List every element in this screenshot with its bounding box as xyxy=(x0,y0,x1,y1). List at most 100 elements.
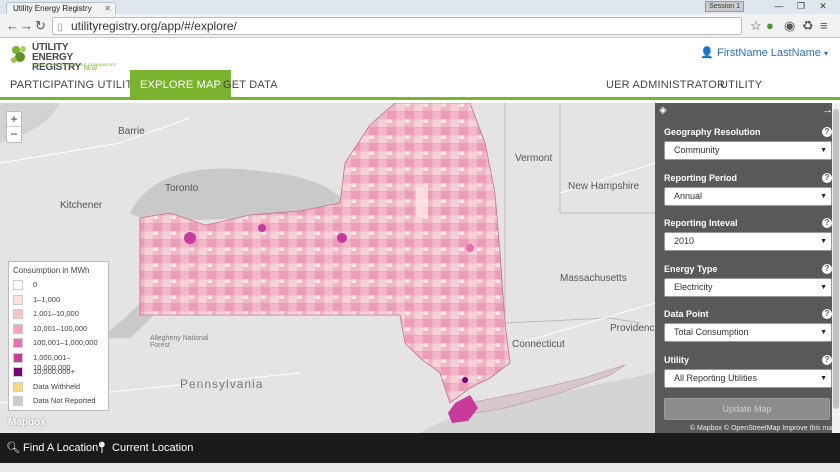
help-icon[interactable]: ? xyxy=(822,354,832,365)
map-label-pennsylvania: Pennsylvania xyxy=(180,377,264,391)
recycle-icon[interactable]: ♻ xyxy=(802,18,814,34)
filter-select-value: All Reporting Utilities xyxy=(674,372,758,383)
legend-swatch xyxy=(13,381,23,392)
filter-field-label: Data Point? xyxy=(664,307,832,321)
chevron-down-icon: ▼ xyxy=(820,147,827,154)
logo[interactable]: UTILITY ENERGY REGISTRY NEW YORK SUPPORT… xyxy=(10,42,116,83)
filter-select-value: Community xyxy=(674,145,720,155)
window-close-icon[interactable]: ✕ xyxy=(814,0,832,12)
legend-row: 100,001–1,000,000 xyxy=(13,336,104,351)
update-map-button[interactable]: Update Map xyxy=(664,398,830,420)
filter-field-label: Reporting Period? xyxy=(664,171,832,185)
legend-row: Data Withheld xyxy=(13,380,104,395)
scrollbar[interactable] xyxy=(832,103,840,433)
nav-get-data[interactable]: GET DATA xyxy=(213,70,288,100)
filter-field: Reporting Inteval? 2010 ▼ xyxy=(664,216,832,251)
help-icon[interactable]: ? xyxy=(822,127,832,137)
restore-icon[interactable]: ❐ xyxy=(792,0,810,12)
filter-field: Utility? All Reporting Utilities ▼ xyxy=(664,353,832,388)
filter-label-text: Geography Resolution xyxy=(664,127,761,137)
back-icon[interactable]: ← xyxy=(6,18,19,34)
forward-icon[interactable]: → xyxy=(20,18,33,34)
map-label-massachusetts: Massachusetts xyxy=(560,273,627,284)
bottom-bar: 🔍︎ Find A Location 📍︎ Current Location xyxy=(0,433,840,463)
chevron-down-icon: ▼ xyxy=(820,192,827,200)
legend-row: 1–1,000 xyxy=(13,293,104,308)
scrollbar-thumb[interactable] xyxy=(833,109,839,409)
find-location-label: Find A Location xyxy=(23,442,99,454)
legend-row: 10,000,000+ xyxy=(13,365,104,380)
sidebar-toolbar: ◈ →| xyxy=(655,103,840,119)
close-icon[interactable]: ✕ xyxy=(104,3,111,14)
legend-row: 10,001–100,000 xyxy=(13,322,104,337)
mapbox-logo[interactable]: Mapbox xyxy=(8,417,46,428)
legend-swatch xyxy=(13,323,23,334)
browser-tab[interactable]: Utility Energy Registry ✕ xyxy=(6,2,116,14)
legend-row: 1,001–10,000 xyxy=(13,307,104,322)
filter-field: Reporting Period? Annual ▼ xyxy=(664,171,832,206)
status-bar xyxy=(0,463,840,472)
filter-select[interactable]: Annual ▼ xyxy=(664,186,832,206)
legend-label: 100,001–1,000,000 xyxy=(33,338,98,347)
help-icon[interactable]: ? xyxy=(822,263,832,274)
filter-label-text: Data Point xyxy=(664,309,709,319)
reload-icon[interactable]: ↻ xyxy=(35,18,46,34)
filter-select[interactable]: Total Consumption ▼ xyxy=(664,323,832,342)
extension-icon[interactable]: ◉ xyxy=(784,18,795,34)
tab-title: Utility Energy Registry xyxy=(13,4,92,13)
user-icon: 👤 xyxy=(700,47,714,59)
legend-swatch xyxy=(13,294,23,305)
url-field[interactable]: ▯ utilityregistry.org/app/#/explore/ xyxy=(52,17,742,35)
zoom-in-button[interactable]: + xyxy=(7,112,21,127)
legend-title: Consumption in MWh xyxy=(13,266,90,275)
filter-select-value: Electricity xyxy=(674,281,713,292)
menu-icon[interactable]: ≡ xyxy=(820,18,828,34)
legend-label: 10,000,000+ xyxy=(33,367,75,376)
chevron-down-icon: ▼ xyxy=(820,374,827,382)
filter-select[interactable]: Electricity ▼ xyxy=(664,277,832,297)
user-menu[interactable]: 👤 FirstName LastName ▾ xyxy=(700,46,828,59)
chevron-down-icon: ▼ xyxy=(820,238,827,245)
minimize-icon[interactable]: — xyxy=(770,0,788,12)
legend-swatch xyxy=(13,367,23,377)
legend-label: 1,001–10,000 xyxy=(33,309,79,318)
nav-utility-administrator[interactable]: UTILITY ADMINISTRATOR xyxy=(710,70,840,121)
filter-field: Data Point? Total Consumption ▼ xyxy=(664,307,832,342)
help-icon[interactable]: ? xyxy=(822,309,832,319)
chevron-down-icon: ▾ xyxy=(823,49,828,58)
url-text: utilityregistry.org/app/#/explore/ xyxy=(71,19,237,33)
filter-field: Energy Type? Electricity ▼ xyxy=(664,262,832,297)
filter-label-text: Utility xyxy=(664,354,690,365)
filter-select[interactable]: All Reporting Utilities ▼ xyxy=(664,368,832,388)
version-badge: Session 1 xyxy=(705,1,744,12)
filter-label-text: Energy Type xyxy=(664,263,718,274)
filter-select[interactable]: 2010 ▼ xyxy=(664,232,832,251)
chevron-down-icon: ▼ xyxy=(820,329,827,336)
app-header: UTILITY ENERGY REGISTRY NEW YORK SUPPORT… xyxy=(0,38,840,83)
filter-sidebar: ◈ →| Geography Resolution? Community ▼ Repo… xyxy=(655,103,840,433)
help-icon[interactable]: ? xyxy=(822,218,832,228)
legend-row: 0 xyxy=(13,278,104,293)
layers-icon[interactable]: ◈ xyxy=(659,105,667,116)
map-attribution[interactable]: © Mapbox © OpenStreetMap Improve this ma… xyxy=(690,425,836,432)
search-icon: 🔍︎ xyxy=(6,442,20,454)
map-canvas[interactable]: + − Barrie Toronto Kitchener Vermont New… xyxy=(0,103,655,433)
legend-swatch xyxy=(13,396,23,406)
star-icon[interactable]: ☆ xyxy=(750,18,762,34)
filter-field-label: Reporting Inteval? xyxy=(664,216,832,230)
map-label-new-hampshire: New Hampshire xyxy=(568,181,640,192)
zoom-out-button[interactable]: − xyxy=(7,127,21,142)
legend-swatch xyxy=(13,309,23,319)
logo-mark-icon xyxy=(11,46,26,63)
browser-tabbar: Utility Energy Registry ✕ Session 1 — ❐ … xyxy=(0,0,840,14)
filter-select-value: Total Consumption xyxy=(674,327,749,337)
current-location-button[interactable]: 📍︎ Current Location xyxy=(95,441,193,454)
help-icon[interactable]: ? xyxy=(822,172,832,183)
current-location-label: Current Location xyxy=(112,442,194,454)
find-location-button[interactable]: 🔍︎ Find A Location xyxy=(6,441,98,454)
map-pin-icon: 📍︎ xyxy=(95,442,109,454)
filter-label-text: Reporting Inteval xyxy=(664,218,738,228)
filter-label-text: Reporting Period xyxy=(664,172,738,183)
filter-select[interactable]: Community ▼ xyxy=(664,141,832,160)
extension-leaf-icon[interactable]: ● xyxy=(766,18,774,34)
